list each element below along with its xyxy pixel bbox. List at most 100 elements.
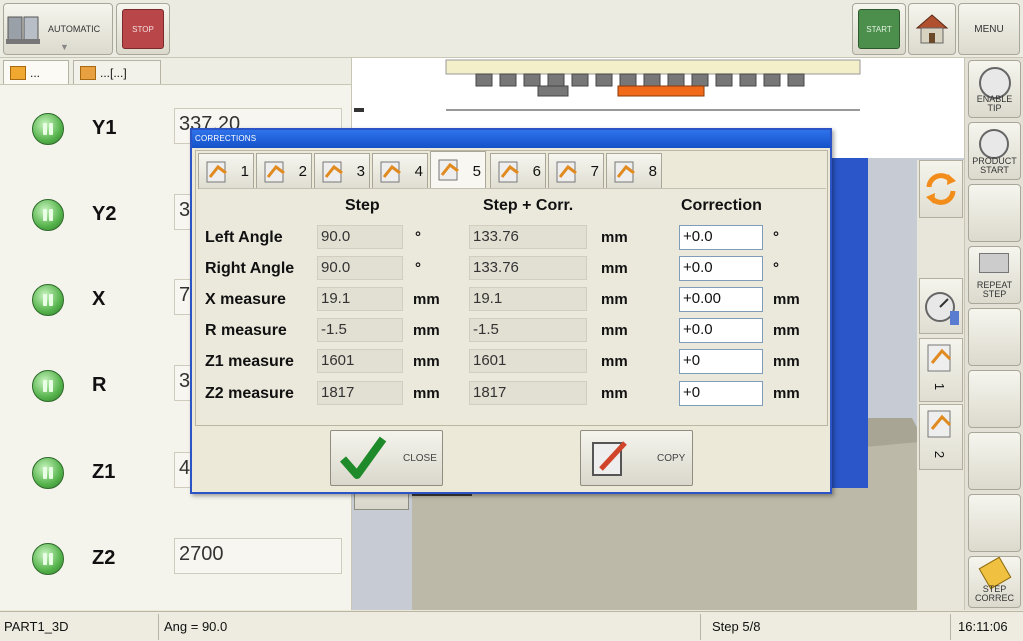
step-tab-6[interactable]: 6 [490,153,546,189]
refresh-button[interactable] [919,160,963,218]
correction-unit: mm [773,322,800,339]
step-corr-unit: mm [601,322,628,339]
gauge-button[interactable] [919,278,963,334]
menu-label: MENU [974,23,1004,35]
home-button[interactable] [908,3,956,55]
axis-status-led-icon [32,113,64,145]
step-tab-7[interactable]: 7 [548,153,604,189]
correction-input[interactable]: +0 [679,381,763,406]
bend-step-icon [498,161,519,183]
angle-readout: Ang = 90.0 [164,619,228,634]
repeat-step-icon [979,253,1009,273]
empty-button[interactable] [968,494,1021,552]
axis-status-led-icon [32,199,64,231]
chevron-down-icon: ▼ [60,42,69,52]
correction-input[interactable]: +0.0 [679,225,763,250]
dialog-title: CORRECTIONS [192,130,830,148]
part-name: PART1_3D [4,619,69,634]
empty-button[interactable] [968,432,1021,490]
repeat-step-button[interactable]: REPEAT STEP [968,246,1021,304]
correction-column-header: Correction [681,197,762,214]
step-corr-unit: mm [601,260,628,277]
step-tab-label: 1 [240,163,249,180]
row-label: Right Angle [205,260,295,277]
step-unit: mm [413,385,440,402]
step-tab-3[interactable]: 3 [314,153,370,189]
home-icon [915,14,949,44]
step-value: 1601 [317,349,403,373]
copy-pencil-icon [592,441,627,476]
copy-button[interactable]: COPY [580,430,693,486]
step-tab-8[interactable]: 8 [606,153,662,189]
correction-input[interactable]: +0 [679,349,763,374]
step-corr-value: 133.76 [469,225,587,249]
step-unit: mm [413,322,440,339]
step-corr-value: 1601 [469,349,587,373]
enable-tip-label: ENABLE TIP [976,94,1013,113]
correction-input[interactable]: +0.00 [679,287,763,312]
step-value: -1.5 [317,318,403,342]
axis-name: Y1 [92,117,117,139]
empty-button[interactable] [968,370,1021,428]
step-tool-column: 1 2 [917,160,964,610]
close-button[interactable]: CLOSE [330,430,443,486]
step-2-button[interactable]: 2 [919,404,963,470]
row-label: Left Angle [205,229,283,246]
correction-unit: mm [773,353,800,370]
start-label: START [858,9,900,49]
step-unit: mm [413,353,440,370]
step-corr-unit: mm [601,385,628,402]
status-bar: PART1_3D Ang = 90.0 Step 5/8 16:11:06 [0,611,1023,641]
step-tab-5[interactable]: 5 [430,151,486,191]
machine-icon [6,16,40,44]
stop-label: STOP [122,9,164,49]
step-tab-label: 2 [298,163,307,180]
stop-button[interactable]: STOP [116,3,170,55]
gauge-icon [925,292,959,325]
bend-step-icon [206,161,227,183]
correction-input[interactable]: +0.0 [679,256,763,281]
correction-input[interactable]: +0.0 [679,318,763,343]
step-tab-label: 8 [648,163,657,180]
step-value: 90.0 [317,225,403,249]
bend-step-icon [556,161,577,183]
step-unit: ° [415,260,421,277]
step-tab-1[interactable]: 1 [198,153,254,189]
automatic-mode-button[interactable]: AUTOMATIC ▼ [3,3,113,55]
menu-button[interactable]: MENU [958,3,1020,55]
folder-icon [10,65,26,80]
step-correction-button[interactable]: STEP CORREC [968,556,1021,608]
axis-tab-2[interactable]: ...[...] [73,60,161,84]
axis-tab-1[interactable]: ... [3,60,69,84]
step-1-button[interactable]: 1 [919,338,963,402]
copy-label: COPY [657,452,686,464]
row-label: Z1 measure [205,353,294,370]
axis-name: Y2 [92,203,117,225]
corrections-dialog: CORRECTIONS 1 2 3 4 5 6 7 8 Step Step + … [190,128,832,494]
start-button[interactable]: START [852,3,906,55]
step-value: 90.0 [317,256,403,280]
step-corr-unit: mm [601,229,628,246]
step-tab-label: 3 [356,163,365,180]
axis-name: Z1 [92,461,116,483]
row-label: X measure [205,291,286,308]
product-start-label: PRODUCT START [972,156,1017,175]
step-tab-2[interactable]: 2 [256,153,312,189]
gauge-icon [979,129,1009,159]
axis-status-led-icon [32,370,64,402]
close-label: CLOSE [403,452,437,464]
enable-tip-button[interactable]: ENABLE TIP [968,60,1021,118]
empty-button[interactable] [968,184,1021,242]
product-start-button[interactable]: PRODUCT START [968,122,1021,180]
step-tab-4[interactable]: 4 [372,153,428,189]
empty-button[interactable] [968,308,1021,366]
step-tab-label: 6 [532,163,541,180]
corrections-panel: 1 2 3 4 5 6 7 8 Step Step + Corr. Correc… [195,150,828,426]
bend-step-icon [927,410,952,438]
correction-unit: mm [773,291,800,308]
bend-step-icon [614,161,635,183]
axis-status-led-icon [32,284,64,316]
checkmark-icon [339,436,387,479]
clock: 16:11:06 [958,619,1008,634]
row-label: Z2 measure [205,385,294,402]
